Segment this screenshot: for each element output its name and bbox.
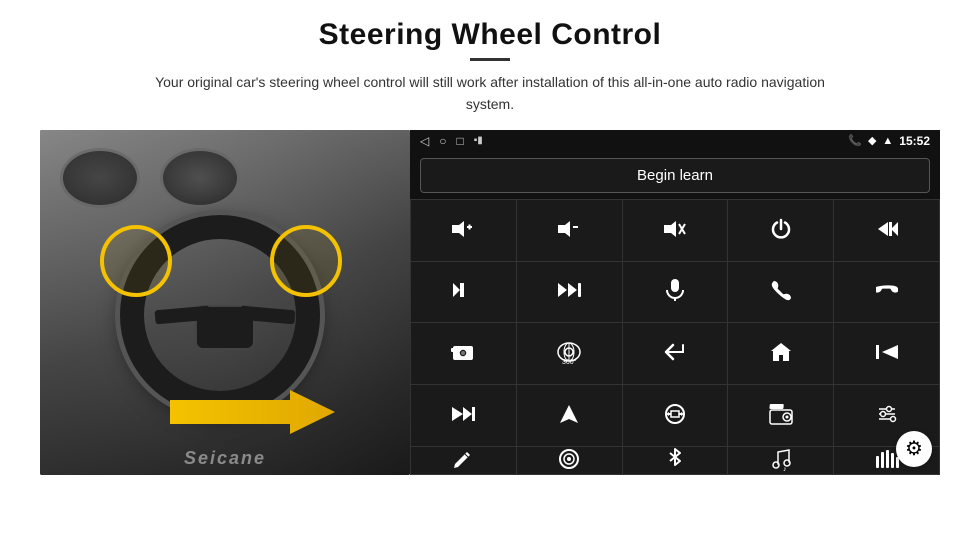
signal-icon: ▲ [882,135,893,147]
arrow-svg [170,385,340,440]
page-container: Steering Wheel Control Your original car… [0,0,980,546]
page-title: Steering Wheel Control [319,18,662,52]
time-display: 15:52 [899,134,930,148]
call-btn[interactable] [728,262,833,323]
music-btn[interactable]: ♪ [728,447,833,474]
gauge-left [60,148,140,208]
status-bar: ◁ ○ □ ▪▮ 📞 ◆ ▲ 15:52 [410,130,940,152]
next-icon [450,280,476,303]
vol-up-icon [450,219,476,242]
camera-btn[interactable] [411,323,516,384]
hangup-btn[interactable] [834,262,939,323]
skipback-icon [874,342,900,365]
mute-icon [662,219,688,242]
ff2-btn[interactable] [411,385,516,446]
mic-btn[interactable] [623,262,728,323]
begin-learn-row: Begin learn [410,152,940,199]
ff2-icon [450,404,476,427]
hangup-icon [876,279,898,304]
record-btn[interactable] [517,447,622,474]
vol-up-btn[interactable] [411,200,516,261]
page-subtitle: Your original car's steering wheel contr… [140,71,840,116]
record-icon [558,448,580,473]
source-btn[interactable] [623,385,728,446]
steering-photo: Seicane [40,130,410,475]
home-nav-icon[interactable]: ○ [439,134,446,148]
edit-btn[interactable] [411,447,516,474]
power-btn[interactable] [728,200,833,261]
mic-icon [664,278,686,305]
music-icon: ♪ [769,447,793,474]
watermark: Seicane [184,448,266,469]
navigate-icon [558,403,580,428]
recents-nav-icon[interactable]: □ [456,134,463,148]
phone-icon: 📞 [848,134,862,147]
power-icon [770,218,792,243]
prev-icon [874,219,900,242]
fast-fwd-icon [556,280,582,303]
nav-icons: ◁ ○ □ ▪▮ [420,134,483,148]
highlight-circle-right [270,225,342,297]
radio-icon [768,402,794,429]
begin-learn-button[interactable]: Begin learn [420,158,930,193]
settings-button[interactable]: ⚙ [896,431,932,467]
view360-icon: 360° [555,339,583,368]
arrow-container [170,385,340,445]
back-icon [663,341,687,366]
svg-text:♪: ♪ [783,466,787,471]
mute-btn[interactable] [623,200,728,261]
fast-fwd-btn[interactable] [517,262,622,323]
home-icon [770,341,792,366]
svg-text:360°: 360° [562,358,577,365]
title-divider [470,58,510,61]
apps-icon[interactable]: ▪▮ [474,135,483,146]
back-btn[interactable] [623,323,728,384]
vol-down-icon [556,219,582,242]
call-icon [770,279,792,304]
navigate-btn[interactable] [517,385,622,446]
bluetooth-icon [666,447,684,474]
highlight-circle-left [100,225,172,297]
gauge-center [160,148,240,208]
edit-icon [452,448,474,473]
next-btn[interactable] [411,262,516,323]
status-right: 📞 ◆ ▲ 15:52 [848,134,930,148]
view360-btn[interactable]: 360° [517,323,622,384]
android-panel: ◁ ○ □ ▪▮ 📞 ◆ ▲ 15:52 Begin learn [410,130,940,475]
vol-down-btn[interactable] [517,200,622,261]
controls-grid: 360° [410,199,940,475]
prev-btn[interactable] [834,200,939,261]
skipback-btn[interactable] [834,323,939,384]
home-btn[interactable] [728,323,833,384]
back-nav-icon[interactable]: ◁ [420,134,429,148]
equalizer-icon [875,403,899,428]
wifi-icon: ◆ [868,134,876,147]
radio-btn[interactable] [728,385,833,446]
content-area: Seicane ◁ ○ □ ▪▮ 📞 ◆ ▲ 15:52 [40,130,940,475]
camera-icon [451,342,475,365]
bluetooth-btn[interactable] [623,447,728,474]
source-icon [662,403,688,428]
gear-icon: ⚙ [905,436,923,461]
